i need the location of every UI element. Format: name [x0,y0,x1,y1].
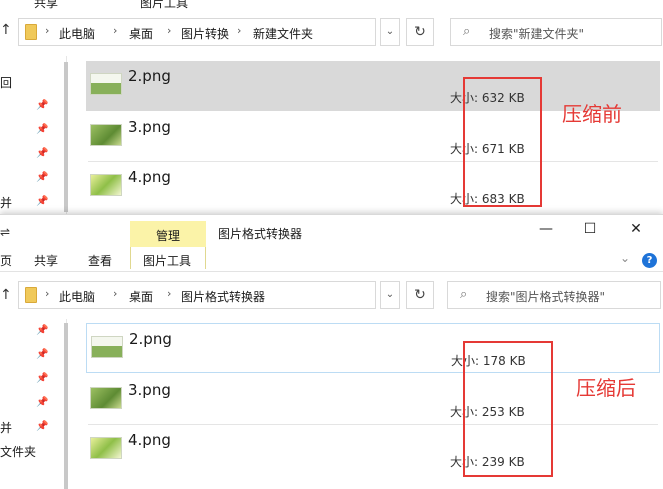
pin-icon[interactable]: 📌 [36,421,48,432]
pin-icon[interactable]: 📌 [36,349,48,360]
file-item[interactable]: 4.png 大小: 239 KB [86,425,660,475]
up-arrow-icon[interactable]: ↑ [0,287,12,303]
pin-icon[interactable]: 📌 [36,100,48,111]
image-thumbnail [90,73,122,95]
pin-icon[interactable]: 📌 [36,397,48,408]
file-name: 3.png [128,381,171,399]
context-tab-header[interactable]: 管理 [130,221,206,247]
chevron-right-icon[interactable]: › [113,287,117,300]
breadcrumb-desktop[interactable]: 桌面 [129,25,153,42]
breadcrumb-new-folder[interactable]: 新建文件夹 [253,25,313,42]
file-item[interactable]: 3.png 大小: 253 KB [86,375,660,425]
nav-item[interactable]: 并 [0,194,12,211]
folder-icon [25,24,37,40]
folder-icon [25,287,37,303]
highlight-box [463,77,542,207]
chevron-down-icon: ⌄ [385,26,395,37]
refresh-icon: ↻ [414,287,426,303]
file-item-focused[interactable]: 2.png 大小: 178 KB [86,323,660,373]
address-dropdown-button[interactable]: ⌄ [380,18,400,46]
pin-icon[interactable]: 📌 [36,196,48,207]
ribbon-tab-share[interactable]: 共享 [34,252,58,269]
ribbon-divider [0,271,663,272]
ribbon-tab-share-partial[interactable]: 共享 [34,0,58,11]
annotation-before-compression: 压缩前 [562,102,622,126]
refresh-icon: ↻ [414,24,426,40]
navigation-pane: 📌 📌 📌 📌 📌 并 文件夹 [0,319,67,489]
top-explorer-window: 共享 图片工具 ↑ › 此电脑 › 桌面 › 图片转换 › 新建文件夹 ⌄ ↻ … [0,0,663,214]
breadcrumb-desktop[interactable]: 桌面 [129,288,153,305]
image-thumbnail [90,174,122,196]
navigation-pane: 回 📌 📌 📌 📌 📌 并 [0,56,67,214]
context-tab-label: 管理 [155,229,180,243]
pin-icon[interactable]: 📌 [36,325,48,336]
ribbon-tab-view[interactable]: 查看 [88,252,112,269]
ribbon-tab-partial[interactable]: 页 [0,252,12,269]
nav-item[interactable]: 回 [0,74,12,91]
pin-icon[interactable]: 📌 [36,124,48,135]
ribbon-expand-chevron-icon[interactable]: ⌄ [620,251,630,265]
search-icon: ⌕ [460,287,468,302]
search-placeholder: 搜索"新建文件夹" [489,27,585,41]
address-bar[interactable]: › 此电脑 › 桌面 › 图片转换 › 新建文件夹 [18,18,376,46]
window-title: 图片格式转换器 [218,227,303,241]
nav-scrollbar[interactable] [64,323,68,489]
quick-access-toolbar-chevron-icon[interactable]: ⇌ [0,225,10,239]
file-name: 3.png [128,118,171,136]
pin-icon[interactable]: 📌 [36,373,48,384]
chevron-right-icon[interactable]: › [45,24,49,37]
search-input[interactable]: ⌕ 搜索"图片格式转换器" [447,281,661,309]
search-icon: ⌕ [463,24,471,39]
refresh-button[interactable]: ↻ [406,281,434,309]
file-name: 2.png [129,330,172,348]
nav-item[interactable]: 文件夹 [0,443,36,460]
help-icon[interactable]: ? [642,253,657,268]
address-bar[interactable]: › 此电脑 › 桌面 › 图片格式转换器 [18,281,376,309]
file-name: 4.png [128,431,171,449]
search-input[interactable]: ⌕ 搜索"新建文件夹" [450,18,662,46]
breadcrumb-this-pc[interactable]: 此电脑 [59,25,95,42]
address-dropdown-button[interactable]: ⌄ [380,281,400,309]
chevron-right-icon[interactable]: › [113,24,117,37]
chevron-right-icon[interactable]: › [45,287,49,300]
breadcrumb-this-pc[interactable]: 此电脑 [59,288,95,305]
up-arrow-icon[interactable]: ↑ [0,22,12,38]
pin-icon[interactable]: 📌 [36,148,48,159]
nav-item[interactable]: 并 [0,419,12,436]
ribbon-tab-picture-tools[interactable]: 图片工具 [143,252,191,269]
image-thumbnail [90,124,122,146]
image-thumbnail [90,437,122,459]
highlight-box [463,341,553,477]
close-button[interactable]: ✕ [626,221,646,237]
pin-icon[interactable]: 📌 [36,172,48,183]
search-placeholder: 搜索"图片格式转换器" [486,290,606,304]
breadcrumb-image-convert[interactable]: 图片转换 [181,25,229,42]
ribbon-tab-picture-tools-partial[interactable]: 图片工具 [140,0,188,11]
file-name: 4.png [128,168,171,186]
bottom-explorer-window: ⇌ 管理 图片格式转换器 — ☐ ✕ 页 共享 查看 图片工具 ⌄ ? ↑ › … [0,214,663,489]
file-item[interactable]: 4.png 大小: 683 KB [86,162,660,212]
nav-scrollbar[interactable] [64,62,68,212]
annotation-after-compression: 压缩后 [576,376,636,400]
breadcrumb-image-format-converter[interactable]: 图片格式转换器 [181,288,265,305]
image-thumbnail [90,387,122,409]
file-name: 2.png [128,67,171,85]
chevron-right-icon[interactable]: › [167,24,171,37]
minimize-button[interactable]: — [536,221,556,237]
maximize-button[interactable]: ☐ [580,221,600,237]
chevron-right-icon[interactable]: › [167,287,171,300]
chevron-right-icon[interactable]: › [237,24,241,37]
chevron-down-icon: ⌄ [385,289,395,300]
image-thumbnail [91,336,123,358]
refresh-button[interactable]: ↻ [406,18,434,46]
